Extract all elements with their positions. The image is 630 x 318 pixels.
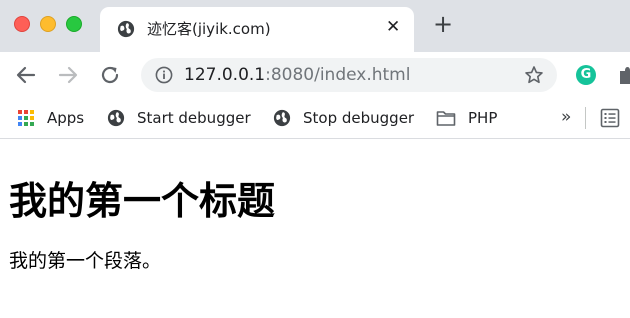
- back-arrow-icon[interactable]: [15, 64, 37, 86]
- bookmark-apps[interactable]: Apps: [17, 98, 84, 138]
- window-maximize-button[interactable]: [66, 16, 82, 32]
- apps-grid-icon: [18, 110, 34, 126]
- extensions-puzzle-icon[interactable]: [617, 64, 630, 86]
- bookmark-label: PHP: [468, 109, 498, 127]
- close-tab-icon[interactable]: ✕: [386, 17, 400, 37]
- url-text[interactable]: 127.0.0.1:8080/index.html: [184, 65, 410, 85]
- bookmarks-overflow-chevron-icon[interactable]: »: [561, 107, 571, 127]
- bookmark-stop-debugger[interactable]: Stop debugger: [273, 98, 414, 138]
- bookmark-star-icon[interactable]: [524, 65, 544, 85]
- page-heading: 我的第一个标题: [9, 178, 276, 223]
- bookmark-label: Stop debugger: [303, 109, 415, 127]
- grammarly-extension-icon[interactable]: G: [576, 65, 596, 85]
- bookmark-start-debugger[interactable]: Start debugger: [107, 98, 251, 138]
- new-tab-button[interactable]: +: [433, 12, 453, 36]
- reading-list-icon[interactable]: [600, 108, 620, 128]
- window-minimize-button[interactable]: [40, 16, 56, 32]
- folder-icon: [436, 111, 456, 126]
- globe-icon: [273, 109, 291, 127]
- forward-arrow-icon[interactable]: [57, 64, 79, 86]
- url-host: 127.0.0.1: [184, 65, 266, 85]
- globe-icon: [117, 20, 135, 38]
- tab-strip: 迹忆客(jiyik.com) ✕ +: [0, 0, 630, 52]
- browser-toolbar: 127.0.0.1:8080/index.html G: [0, 52, 630, 98]
- active-tab[interactable]: 迹忆客(jiyik.com) ✕: [100, 7, 414, 52]
- reload-icon[interactable]: [99, 64, 121, 86]
- tab-title: 迹忆客(jiyik.com): [147, 20, 271, 38]
- bookmark-label: Apps: [47, 109, 85, 127]
- bookmarks-divider: [585, 107, 586, 129]
- page-content: 我的第一个标题 我的第一个段落。: [9, 139, 629, 273]
- url-path: :8080/index.html: [265, 65, 411, 85]
- info-icon[interactable]: [155, 66, 173, 84]
- address-bar[interactable]: 127.0.0.1:8080/index.html: [141, 58, 557, 92]
- bookmark-label: Start debugger: [137, 109, 251, 127]
- globe-icon: [107, 109, 125, 127]
- bookmarks-bar: Apps Start debugger Stop debugger PHP »: [0, 98, 630, 138]
- window-close-button[interactable]: [14, 16, 30, 32]
- bookmark-folder-php[interactable]: PHP: [436, 98, 497, 138]
- page-paragraph: 我的第一个段落。: [9, 250, 162, 272]
